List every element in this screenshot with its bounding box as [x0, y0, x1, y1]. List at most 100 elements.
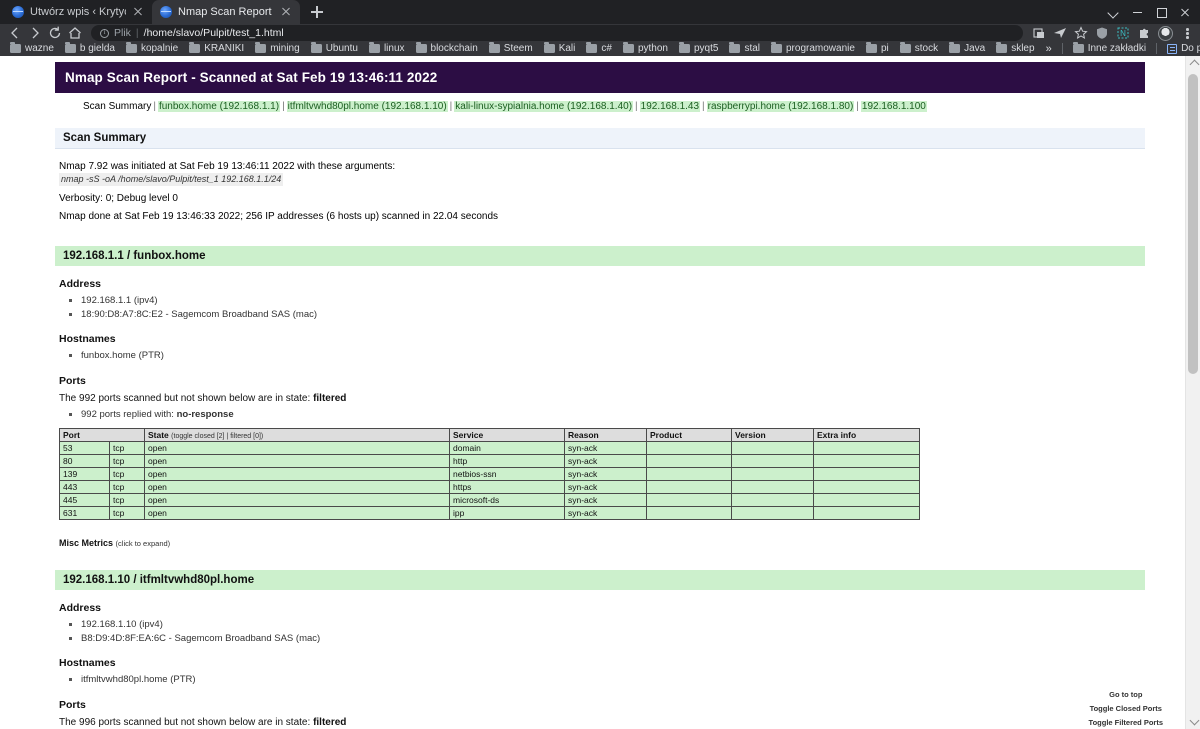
bookmark-kopalnie[interactable]: kopalnie: [121, 42, 183, 56]
port-cell: 80: [59, 453, 110, 468]
ports-note-state: filtered: [313, 717, 347, 729]
bookmark-blockchain[interactable]: blockchain: [411, 42, 483, 56]
adblock-extension-icon[interactable]: [1095, 26, 1109, 40]
bookmark-star-icon[interactable]: [1074, 26, 1088, 40]
bookmark-label: python: [637, 43, 668, 55]
nav-link-host-3[interactable]: kali-linux-sypialnia.home (192.168.1.40): [454, 100, 634, 112]
state-cell: open: [144, 466, 450, 481]
forward-icon[interactable]: [26, 24, 44, 42]
nav-sep: |: [153, 100, 156, 112]
bookmark-java[interactable]: Java: [944, 42, 990, 56]
chrome-menu-icon[interactable]: [1180, 26, 1194, 40]
back-icon[interactable]: [6, 24, 24, 42]
bookmark-sklep[interactable]: sklep: [991, 42, 1039, 56]
bookmark-ubuntu[interactable]: Ubuntu: [306, 42, 363, 56]
th-state-toggle[interactable]: (toggle closed [2] | filtered [0]): [171, 433, 263, 440]
bookmark-label: wazne: [25, 43, 54, 55]
bookmark-steem[interactable]: Steem: [484, 42, 538, 56]
toggle-filtered-ports-link[interactable]: Toggle Filtered Ports: [1089, 718, 1163, 727]
ports-bullet-pre: 992 ports replied with:: [81, 409, 174, 421]
toggle-closed-ports-link[interactable]: Toggle Closed Ports: [1090, 704, 1162, 713]
nav-link-host-4[interactable]: 192.168.1.43: [639, 100, 701, 112]
product-cell: [646, 492, 732, 507]
close-icon[interactable]: [132, 6, 144, 18]
screenshot-icon[interactable]: [1032, 26, 1046, 40]
service-cell: ipp: [449, 505, 565, 520]
th-port: Port: [59, 427, 145, 442]
address-bar[interactable]: Plik | /home/slavo/Pulpit/test_1.html: [91, 25, 1023, 41]
state-cell: open: [144, 453, 450, 468]
reload-icon[interactable]: [46, 24, 64, 42]
service-cell: domain: [449, 440, 565, 455]
scan-summary-body: Nmap 7.92 was initiated at Sat Feb 19 13…: [55, 149, 1145, 224]
bookmark-stal[interactable]: stal: [724, 42, 765, 56]
port-cell: 139: [59, 466, 110, 481]
bookmark-b-gielda[interactable]: b gielda: [60, 42, 120, 56]
nav-link-host-1[interactable]: funbox.home (192.168.1.1): [157, 100, 281, 112]
scrollbar-thumb[interactable]: [1188, 73, 1198, 374]
bookmarks-overflow-button[interactable]: »: [1041, 43, 1057, 55]
service-cell: microsoft-ds: [449, 492, 565, 507]
browser-tab-2[interactable]: Nmap Scan Report - Scann: [152, 0, 300, 24]
scroll-up-arrow-icon[interactable]: [1186, 56, 1200, 71]
nmap-report-page: Nmap Scan Report - Scanned at Sat Feb 19…: [0, 56, 1185, 729]
other-bookmarks-button[interactable]: Inne zakładki: [1068, 42, 1151, 56]
folder-icon: [865, 42, 877, 54]
bookmark-wazne[interactable]: wazne: [5, 42, 59, 56]
bookmark-kali[interactable]: Kali: [539, 42, 581, 56]
chevron-down-icon[interactable]: [1102, 2, 1124, 22]
bookmark-python[interactable]: python: [618, 42, 673, 56]
reason-cell: syn-ack: [564, 466, 647, 481]
report-header-banner: Nmap Scan Report - Scanned at Sat Feb 19…: [55, 61, 1145, 93]
ports-note-pre: The 996 ports scanned but not shown belo…: [59, 717, 311, 729]
ports-note-pre: The 992 ports scanned but not shown belo…: [59, 393, 311, 405]
folder-icon: [949, 42, 961, 54]
maximize-button[interactable]: [1150, 2, 1172, 22]
bookmark-programowanie[interactable]: programowanie: [766, 42, 860, 56]
window-controls: [1102, 2, 1196, 22]
floating-controls: Go to top Toggle Closed Ports Toggle Fil…: [1089, 690, 1163, 727]
notes-extension-icon[interactable]: N: [1116, 26, 1130, 40]
bookmark-pyqt5[interactable]: pyqt5: [674, 42, 723, 56]
bookmark-c-[interactable]: c#: [581, 42, 617, 56]
page-info-icon[interactable]: [100, 28, 109, 38]
nav-link-host-2[interactable]: itfmltvwhd80pl.home (192.168.1.10): [286, 100, 448, 112]
bookmark-pi[interactable]: pi: [861, 42, 894, 56]
go-to-top-link[interactable]: Go to top: [1109, 690, 1142, 699]
reason-cell: syn-ack: [564, 453, 647, 468]
bookmark-linux[interactable]: linux: [364, 42, 410, 56]
bookmark-kraniki[interactable]: KRANIKI: [184, 42, 249, 56]
host-1-hostnames-label: Hostnames: [59, 333, 116, 346]
home-icon[interactable]: [66, 24, 84, 42]
close-icon[interactable]: [280, 6, 292, 18]
close-window-button[interactable]: [1174, 2, 1196, 22]
bookmark-mining[interactable]: mining: [250, 42, 304, 56]
share-icon[interactable]: [1053, 26, 1067, 40]
profile-avatar[interactable]: [1158, 25, 1173, 41]
reading-list-button[interactable]: Do przeczytania: [1162, 42, 1200, 56]
puzzle-extensions-icon[interactable]: [1137, 26, 1151, 40]
folder-icon: [415, 42, 427, 54]
bookmark-stock[interactable]: stock: [895, 42, 943, 56]
minimize-button[interactable]: [1126, 2, 1148, 22]
product-cell: [646, 505, 732, 520]
bookmarks-divider: [1061, 43, 1063, 55]
host-1-misc-metrics[interactable]: Misc Metrics (click to expand): [59, 538, 1145, 548]
list-item: B8:D9:4D:8F:EA:6C - Sagemcom Broadband S…: [81, 632, 1145, 646]
browser-tab-1[interactable]: Utwórz wpis ‹ Krytyczny -: [4, 0, 152, 24]
bookmark-label: programowanie: [786, 43, 855, 55]
nav-link-host-5[interactable]: raspberrypi.home (192.168.1.80): [706, 100, 855, 112]
host-1-ports-bullets: 992 ports replied with: no-response: [55, 408, 1145, 422]
page-scrollbar[interactable]: [1185, 55, 1200, 729]
reading-list-icon: [1167, 43, 1178, 54]
host-1-ports-label: Ports: [59, 375, 86, 388]
host-1-address-label: Address: [59, 277, 102, 290]
bookmark-label: linux: [383, 43, 405, 55]
reason-cell: syn-ack: [564, 492, 647, 507]
th-extra: Extra info: [813, 427, 920, 442]
scroll-down-arrow-icon[interactable]: [1186, 714, 1200, 729]
new-tab-button[interactable]: [306, 1, 328, 23]
bookmarks-bar: wazne b gielda kopalnie KRANIKI mining Ubuntu…: [0, 42, 1200, 56]
port-cell: 443: [59, 479, 110, 494]
nav-link-host-6[interactable]: 192.168.1.100: [860, 100, 927, 112]
